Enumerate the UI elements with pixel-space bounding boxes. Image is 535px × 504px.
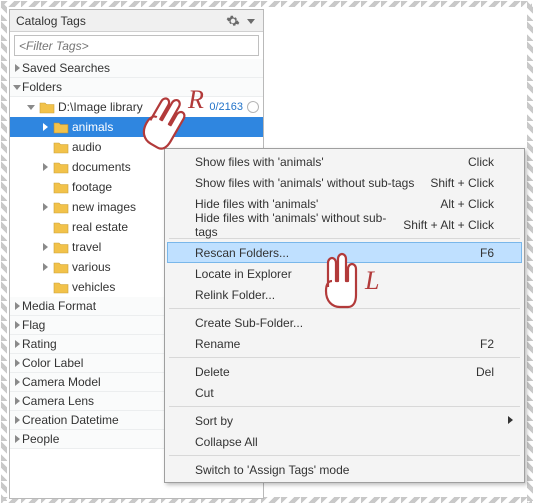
folder-icon [52, 200, 69, 214]
menu-separator [169, 308, 520, 309]
folder-row-root[interactable]: D:\Image library 0/2163 [10, 97, 263, 117]
folder-icon [38, 100, 55, 114]
menu-relink-folder[interactable]: Relink Folder... [167, 284, 522, 305]
menu-separator [169, 357, 520, 358]
menu-label: Hide files with 'animals' [195, 197, 440, 211]
chevron-right-icon [38, 262, 52, 272]
chevron-right-icon [12, 320, 22, 330]
folder-toggle-circle[interactable] [247, 101, 259, 113]
menu-label: Locate in Explorer [195, 267, 494, 281]
menu-show-files[interactable]: Show files with 'animals' Click [167, 151, 522, 172]
chevron-right-icon [12, 434, 22, 444]
menu-shortcut: F6 [480, 246, 494, 260]
menu-separator [169, 455, 520, 456]
category-saved-searches[interactable]: Saved Searches [10, 59, 263, 78]
folder-icon [52, 280, 69, 294]
chevron-right-icon [12, 415, 22, 425]
chevron-right-icon [12, 377, 22, 387]
menu-label: Show files with 'animals' [195, 155, 468, 169]
filter-wrap [10, 32, 263, 59]
menu-label: Rename [195, 337, 480, 351]
menu-label: Collapse All [195, 435, 494, 449]
chevron-right-icon [38, 122, 52, 132]
menu-label: Hide files with 'animals' without sub-ta… [195, 211, 403, 239]
folder-icon [52, 180, 69, 194]
folder-icon [52, 240, 69, 254]
chevron-down-icon [24, 102, 38, 112]
category-folders[interactable]: Folders [10, 78, 263, 97]
chevron-down-icon [12, 82, 22, 92]
category-label: Folders [22, 80, 263, 94]
menu-label: Create Sub-Folder... [195, 316, 494, 330]
menu-shortcut: Shift + Click [430, 176, 494, 190]
chevron-right-icon [12, 358, 22, 368]
submenu-arrow-icon [506, 414, 514, 428]
gear-icon[interactable] [225, 13, 241, 29]
menu-switch-mode[interactable]: Switch to 'Assign Tags' mode [167, 459, 522, 480]
chevron-right-icon [12, 301, 22, 311]
menu-shortcut: F2 [480, 337, 494, 351]
outer-dashed-top [1, 1, 532, 7]
menu-delete[interactable]: Delete Del [167, 361, 522, 382]
folder-label: D:\Image library [58, 100, 209, 114]
menu-locate-explorer[interactable]: Locate in Explorer [167, 263, 522, 284]
menu-label: Relink Folder... [195, 288, 494, 302]
panel-header: Catalog Tags [10, 10, 263, 32]
folder-label: animals [72, 120, 259, 134]
menu-cut[interactable]: Cut [167, 382, 522, 403]
chevron-right-icon [38, 242, 52, 252]
menu-sort-by[interactable]: Sort by [167, 410, 522, 431]
outer-dashed-left [1, 1, 7, 503]
chevron-right-icon [12, 396, 22, 406]
outer-dashed-right [527, 1, 533, 503]
category-label: Saved Searches [22, 61, 263, 75]
menu-shortcut: Del [476, 365, 494, 379]
menu-create-subfolder[interactable]: Create Sub-Folder... [167, 312, 522, 333]
menu-rescan-folders[interactable]: Rescan Folders... F6 [167, 242, 522, 263]
folder-count: 0/2163 [209, 101, 243, 113]
chevron-right-icon [12, 63, 22, 73]
menu-rename[interactable]: Rename F2 [167, 333, 522, 354]
menu-shortcut: Click [468, 155, 494, 169]
folder-icon [52, 260, 69, 274]
chevron-right-icon [12, 339, 22, 349]
menu-separator [169, 406, 520, 407]
folder-icon [52, 120, 69, 134]
folder-icon [52, 220, 69, 234]
menu-shortcut: Shift + Alt + Click [403, 218, 494, 232]
menu-show-files-nosub[interactable]: Show files with 'animals' without sub-ta… [167, 172, 522, 193]
menu-collapse-all[interactable]: Collapse All [167, 431, 522, 452]
panel-title: Catalog Tags [16, 14, 223, 28]
chevron-right-icon [38, 162, 52, 172]
menu-label: Sort by [195, 414, 494, 428]
menu-label: Switch to 'Assign Tags' mode [195, 463, 494, 477]
menu-shortcut: Alt + Click [440, 197, 494, 211]
folder-icon [52, 140, 69, 154]
chevron-right-icon [38, 202, 52, 212]
context-menu: Show files with 'animals' Click Show fil… [164, 148, 525, 483]
menu-label: Rescan Folders... [195, 246, 480, 260]
folder-row-animals[interactable]: animals [10, 117, 263, 137]
menu-label: Delete [195, 365, 476, 379]
panel-menu-icon[interactable] [243, 13, 259, 29]
filter-tags-input[interactable] [14, 35, 259, 56]
menu-label: Cut [195, 386, 494, 400]
folder-icon [52, 160, 69, 174]
menu-label: Show files with 'animals' without sub-ta… [195, 176, 430, 190]
menu-hide-files-nosub[interactable]: Hide files with 'animals' without sub-ta… [167, 214, 522, 235]
